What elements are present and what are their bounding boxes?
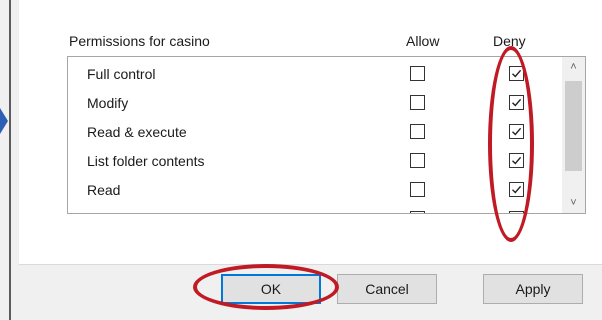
deny-checkbox[interactable] <box>509 95 524 110</box>
cancel-button[interactable]: Cancel <box>337 274 437 304</box>
permissions-list[interactable]: ˄ ˅ Full control Modify Read & execute List… <box>67 56 586 214</box>
ok-button[interactable]: OK <box>221 274 321 304</box>
scroll-thumb[interactable] <box>565 81 582 171</box>
permission-name: Modify <box>87 95 129 111</box>
allow-checkbox[interactable] <box>410 95 425 110</box>
permission-row <box>68 205 558 213</box>
allow-checkbox[interactable] <box>410 153 425 168</box>
scrollbar[interactable]: ˄ ˅ <box>562 57 585 213</box>
permission-row: Full control <box>68 60 558 89</box>
chevron-up-icon[interactable]: ˄ <box>562 57 585 77</box>
permissions-title: Permissions for casino <box>69 33 210 49</box>
security-dialog: Permissions for casino Allow Deny ˄ ˅ Fu… <box>0 0 602 320</box>
permission-name: List folder contents <box>87 153 205 169</box>
deny-checkbox[interactable] <box>509 182 524 197</box>
annotation-arrow-icon <box>0 108 8 134</box>
deny-checkbox[interactable] <box>509 153 524 168</box>
permission-row: Modify <box>68 89 558 118</box>
allow-checkbox[interactable] <box>410 182 425 197</box>
allow-checkbox[interactable] <box>410 211 425 213</box>
permission-name: Full control <box>87 66 156 82</box>
deny-checkbox[interactable] <box>509 124 524 139</box>
deny-column-header: Deny <box>493 33 526 49</box>
allow-checkbox[interactable] <box>410 66 425 81</box>
dialog-panel: Permissions for casino Allow Deny ˄ ˅ Fu… <box>19 0 602 265</box>
window-frame-edge <box>9 0 11 320</box>
permission-name: Read <box>87 182 121 198</box>
permission-name: Read & execute <box>87 124 187 140</box>
permission-row: Read <box>68 176 558 205</box>
permissions-header: Permissions for casino Allow Deny <box>69 33 569 53</box>
chevron-down-icon[interactable]: ˅ <box>562 193 585 213</box>
allow-column-header: Allow <box>406 33 440 49</box>
permission-row: List folder contents <box>68 147 558 176</box>
deny-checkbox[interactable] <box>509 66 524 81</box>
allow-checkbox[interactable] <box>410 124 425 139</box>
apply-button[interactable]: Apply <box>483 274 583 304</box>
permission-row: Read & execute <box>68 118 558 147</box>
deny-checkbox[interactable] <box>509 211 524 213</box>
